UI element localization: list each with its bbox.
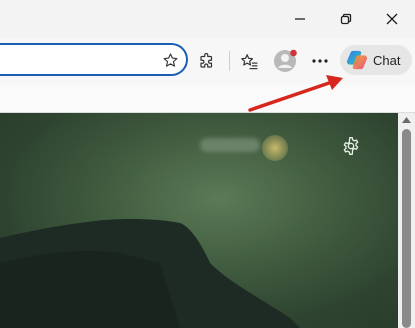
chevron-up-icon (402, 117, 411, 123)
mountain-silhouette (0, 219, 300, 328)
close-button[interactable] (369, 0, 415, 38)
restore-button[interactable] (323, 0, 369, 38)
more-button[interactable] (309, 50, 331, 72)
copilot-icon (346, 50, 368, 70)
annotation-arrow (248, 75, 343, 112)
browser-toolbar: Chat (0, 38, 415, 84)
minimize-button[interactable] (277, 0, 323, 38)
chat-label: Chat (373, 52, 401, 68)
add-favorite-button[interactable] (161, 51, 179, 69)
favorites-icon (240, 53, 257, 69)
close-icon (386, 13, 398, 25)
extensions-icon (200, 52, 213, 68)
more-icon (312, 59, 328, 63)
favorites-bar (0, 84, 415, 113)
restore-icon (340, 13, 352, 25)
vertical-scrollbar[interactable] (398, 113, 415, 328)
star-icon (163, 52, 177, 67)
chat-button[interactable]: Chat (340, 45, 412, 75)
minimize-icon (295, 18, 305, 20)
toolbar-divider (229, 51, 230, 71)
page-content (0, 113, 398, 328)
favorites-button[interactable] (238, 50, 260, 72)
scrollbar-thumb[interactable] (402, 129, 411, 328)
extensions-button[interactable] (196, 50, 218, 72)
title-bar (0, 0, 415, 38)
notification-dot (290, 49, 297, 57)
scroll-up-button[interactable] (401, 115, 412, 125)
address-bar[interactable] (0, 43, 188, 76)
